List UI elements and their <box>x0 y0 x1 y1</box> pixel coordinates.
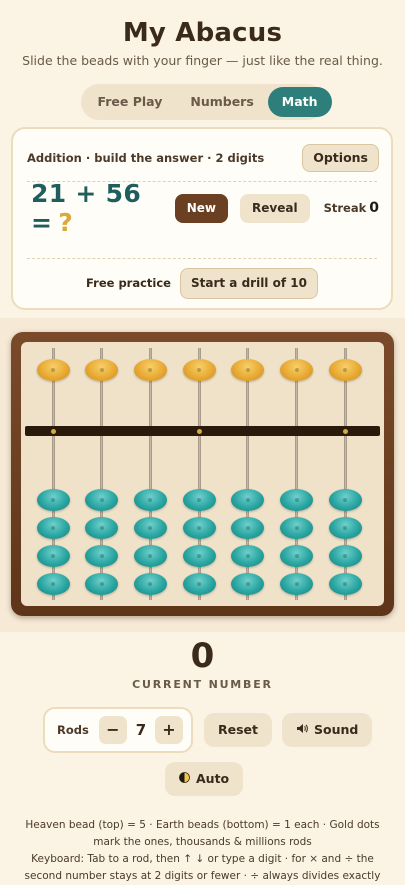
abacus-beam <box>25 426 380 436</box>
earth-bead[interactable] <box>328 545 362 567</box>
streak-value: 0 <box>369 200 379 216</box>
problem-row: 21 + 56 =? New Reveal Streak 0 <box>31 179 379 237</box>
earth-bead[interactable] <box>133 489 167 511</box>
auto-theme-button[interactable]: Auto <box>165 762 244 797</box>
problem-expression: 21 + 56 = <box>31 179 142 237</box>
heaven-bead[interactable] <box>328 359 362 381</box>
sound-label: Sound <box>314 722 359 737</box>
options-button[interactable]: Options <box>302 144 379 172</box>
earth-bead[interactable] <box>182 517 216 539</box>
math-card: Addition · build the answer · 2 digits O… <box>11 127 393 310</box>
heaven-bead[interactable] <box>231 359 265 381</box>
tab-free-play[interactable]: Free Play <box>84 87 177 117</box>
heaven-bead[interactable] <box>133 359 167 381</box>
earth-bead[interactable] <box>231 573 265 595</box>
earth-bead[interactable] <box>85 545 119 567</box>
current-number-display: 0 CURRENT NUMBER <box>0 636 405 691</box>
streak-label: Streak <box>323 201 367 215</box>
earth-bead[interactable] <box>280 545 313 567</box>
mode-tabs: Free Play Numbers Math <box>80 84 332 120</box>
earth-bead[interactable] <box>280 489 313 511</box>
earth-bead[interactable] <box>280 517 313 539</box>
earth-bead[interactable] <box>182 489 216 511</box>
earth-bead[interactable] <box>36 517 70 539</box>
gold-dot-marker <box>50 429 56 434</box>
earth-bead[interactable] <box>182 573 216 595</box>
earth-bead[interactable] <box>280 573 313 595</box>
rods-stepper: Rods − 7 + <box>43 707 193 753</box>
earth-bead[interactable] <box>36 545 70 567</box>
sound-button[interactable]: Sound <box>282 713 373 748</box>
heaven-bead[interactable] <box>280 359 313 381</box>
earth-bead[interactable] <box>328 489 362 511</box>
heaven-bead[interactable] <box>36 359 70 381</box>
help-line-beads: Heaven bead (top) = 5 · Earth beads (bot… <box>25 819 380 848</box>
earth-bead[interactable] <box>328 517 362 539</box>
divider <box>27 258 377 259</box>
card-header: Addition · build the answer · 2 digits O… <box>27 143 379 173</box>
earth-bead[interactable] <box>133 517 167 539</box>
free-practice-label: Free practice <box>86 276 171 290</box>
help-text: Heaven bead (top) = 5 · Earth beads (bot… <box>12 817 393 885</box>
earth-bead[interactable] <box>85 517 119 539</box>
problem-question-mark: ? <box>58 208 74 237</box>
earth-bead[interactable] <box>182 545 216 567</box>
earth-bead[interactable] <box>36 573 70 595</box>
tab-math[interactable]: Math <box>267 87 332 117</box>
header: My Abacus Slide the beads with your fing… <box>0 0 405 68</box>
rods-label: Rods <box>57 723 89 737</box>
current-number-label: CURRENT NUMBER <box>132 678 273 691</box>
earth-bead[interactable] <box>231 517 265 539</box>
earth-bead[interactable] <box>231 489 265 511</box>
page-title: My Abacus <box>122 18 283 48</box>
rods-value: 7 <box>135 721 147 739</box>
start-drill-button[interactable]: Start a drill of 10 <box>179 267 318 299</box>
heaven-bead[interactable] <box>182 359 216 381</box>
earth-bead[interactable] <box>133 545 167 567</box>
reset-button[interactable]: Reset <box>204 713 272 747</box>
earth-bead[interactable] <box>231 545 265 567</box>
problem-text: 21 + 56 =? <box>31 179 159 237</box>
reveal-button[interactable]: Reveal <box>240 193 310 223</box>
heaven-bead[interactable] <box>85 359 119 381</box>
abacus-frame <box>11 332 394 616</box>
new-problem-button[interactable]: New <box>174 193 229 223</box>
abacus <box>21 342 384 606</box>
current-number-value: 0 <box>190 636 215 676</box>
tab-numbers[interactable]: Numbers <box>176 87 267 117</box>
page-subtitle: Slide the beads with your finger — just … <box>22 53 383 68</box>
auto-label: Auto <box>196 771 230 786</box>
speaker-icon <box>296 714 308 748</box>
rods-decrease-button[interactable]: − <box>98 716 127 744</box>
earth-bead[interactable] <box>328 573 362 595</box>
earth-bead[interactable] <box>133 573 167 595</box>
half-moon-icon <box>179 763 190 797</box>
practice-row: Free practice Start a drill of 10 <box>13 267 391 299</box>
abacus-controls: Rods − 7 + Reset Sound <box>43 707 373 753</box>
rods-increase-button[interactable]: + <box>154 716 183 744</box>
streak-display: Streak 0 <box>324 200 379 216</box>
gold-dot-marker <box>342 429 348 434</box>
mode-label: Addition · build the answer · 2 digits <box>27 151 265 165</box>
gold-dot-marker <box>196 429 202 434</box>
earth-bead[interactable] <box>85 489 119 511</box>
earth-bead[interactable] <box>36 489 70 511</box>
earth-bead[interactable] <box>85 573 119 595</box>
